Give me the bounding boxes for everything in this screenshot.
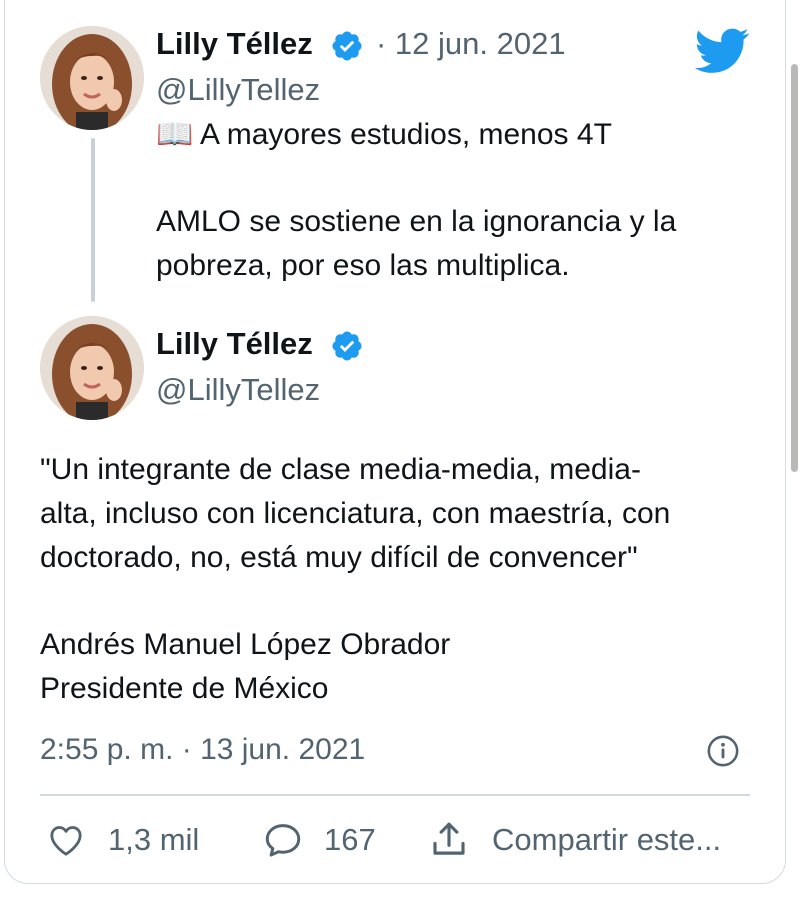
tweet-text-line: Andrés Manuel López Obrador <box>40 628 451 661</box>
tweet-text-line: AMLO se sostiene en la ignorancia y la <box>156 205 677 238</box>
author-name[interactable]: Lilly Téllez <box>156 326 313 362</box>
tweet-text-line: "Un integrante de clase media-media, med… <box>40 453 641 486</box>
reply-count: 167 <box>324 822 376 857</box>
twitter-bird-icon <box>694 28 750 73</box>
share-icon <box>433 822 465 855</box>
tweet-text-line: 📖 A mayores estudios, menos 4T <box>156 118 612 151</box>
divider <box>40 794 750 796</box>
info-icon[interactable] <box>706 734 740 768</box>
reply-icon <box>265 824 301 857</box>
tweet-text-line: alta, incluso con licenciatura, con maes… <box>40 497 671 530</box>
author-handle[interactable]: @LillyTellez <box>156 72 320 108</box>
author-name[interactable]: Lilly Téllez <box>156 26 313 62</box>
reply-button[interactable]: 167 <box>262 818 376 862</box>
tweet-text-line: Presidente de México <box>40 672 329 705</box>
heart-icon <box>50 826 82 856</box>
like-count: 1,3 mil <box>108 822 200 857</box>
verified-badge-icon <box>332 331 362 361</box>
like-button[interactable]: 1,3 mil <box>46 818 199 862</box>
verified-badge-icon <box>332 31 362 61</box>
tweet-date[interactable]: · 12 jun. 2021 <box>376 26 566 62</box>
scrollbar[interactable] <box>791 64 798 472</box>
tweet-text-line: doctorado, no, está muy difícil de conve… <box>40 541 638 574</box>
share-button[interactable]: Compartir este... <box>428 818 721 862</box>
tweet-timestamp[interactable]: 2:55 p. m. · 13 jun. 2021 <box>40 733 365 767</box>
share-label: Compartir este... <box>492 822 722 857</box>
author-handle[interactable]: @LillyTellez <box>156 372 320 408</box>
avatar[interactable] <box>40 316 144 420</box>
thread-line <box>91 138 95 302</box>
tweet-text-line: pobreza, por eso las multiplica. <box>156 249 570 282</box>
avatar[interactable] <box>40 26 144 130</box>
